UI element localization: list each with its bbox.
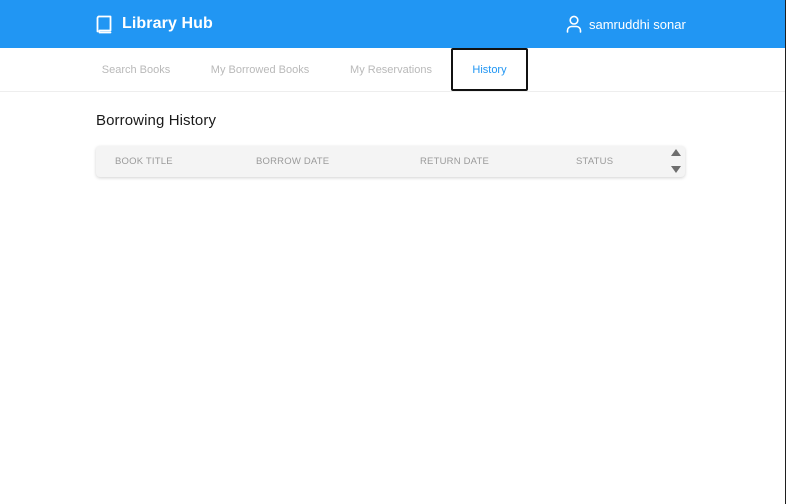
scroll-down-arrow-icon[interactable] [671, 166, 681, 173]
tab-bar: Search Books My Borrowed Books My Reserv… [0, 48, 785, 92]
history-table: BOOK TITLE BORROW DATE RETURN DATE STATU… [96, 146, 685, 177]
tab-my-borrowed-books[interactable]: My Borrowed Books [190, 48, 330, 91]
user-icon [566, 15, 582, 33]
user-name: samruddhi sonar [589, 16, 686, 32]
column-header-status[interactable]: STATUS [576, 146, 613, 177]
brand-name: Library Hub [122, 15, 213, 32]
window-edge-divider [785, 0, 786, 504]
column-header-return-date[interactable]: RETURN DATE [420, 146, 489, 177]
user-menu[interactable]: samruddhi sonar [566, 13, 686, 35]
tab-history[interactable]: History [451, 48, 528, 91]
column-header-book-title[interactable]: BOOK TITLE [115, 146, 173, 177]
scroll-up-arrow-icon[interactable] [671, 149, 681, 156]
page-title: Borrowing History [96, 112, 217, 129]
column-header-borrow-date[interactable]: BORROW DATE [256, 146, 329, 177]
book-icon [96, 15, 113, 34]
page: Library Hub samruddhi sonar Search Books… [0, 0, 791, 504]
table-scrollbar[interactable] [669, 148, 683, 176]
tab-search-books[interactable]: Search Books [84, 48, 188, 91]
top-app-bar: Library Hub samruddhi sonar [0, 0, 785, 48]
tab-my-reservations[interactable]: My Reservations [332, 48, 450, 91]
brand[interactable]: Library Hub [96, 13, 213, 35]
